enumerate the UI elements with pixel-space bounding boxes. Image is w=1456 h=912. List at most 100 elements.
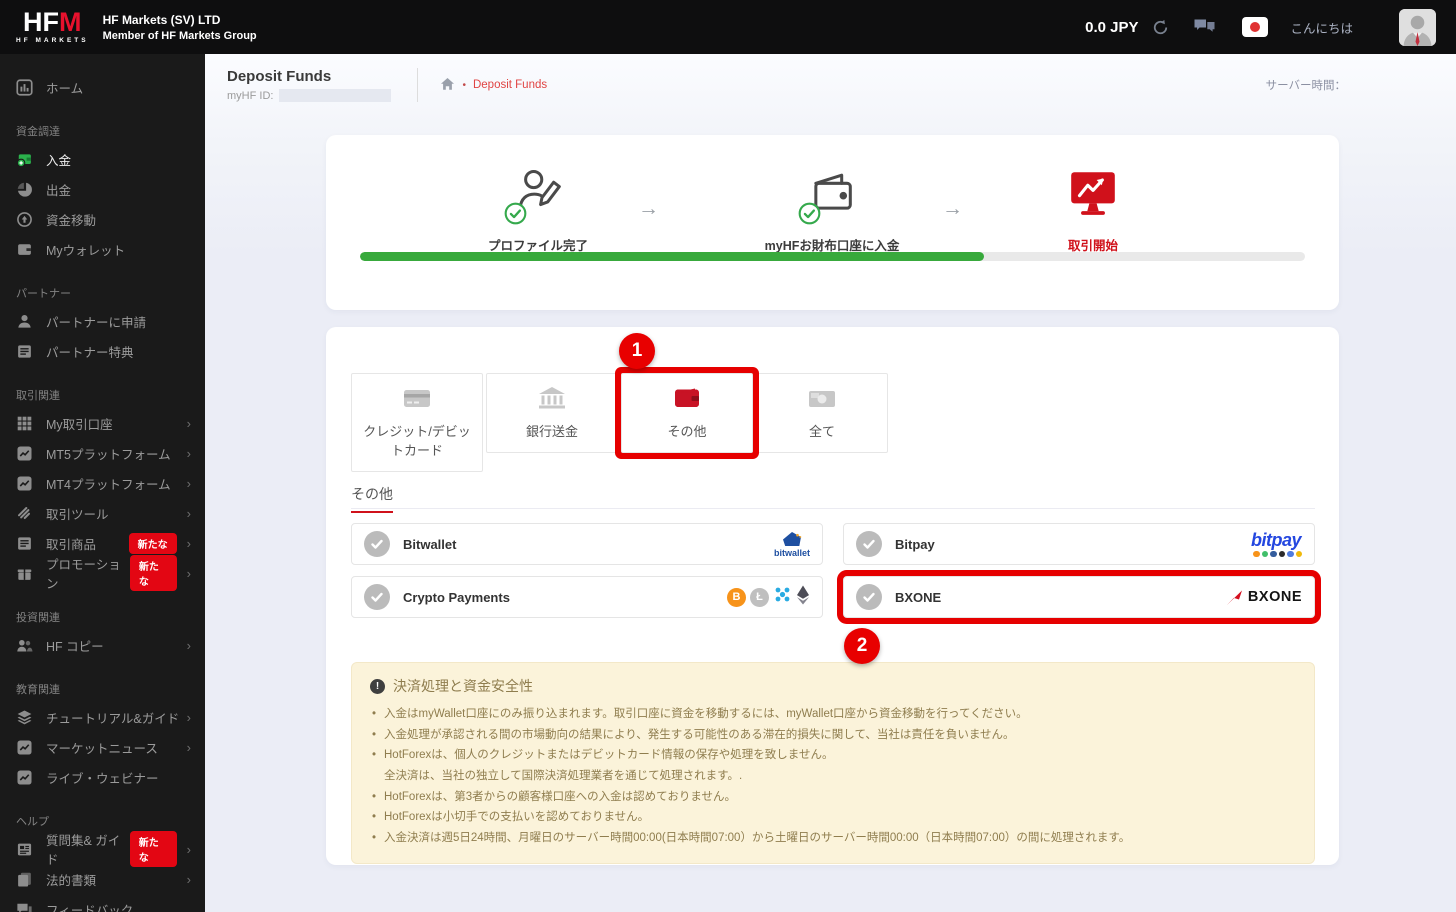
tab-bank-transfer[interactable]: 銀行送金 xyxy=(486,373,618,453)
chevron-right-icon: › xyxy=(186,535,191,551)
tab-other[interactable]: その他 xyxy=(621,373,753,453)
chevron-right-icon: › xyxy=(186,841,191,857)
step-arrow-icon: → xyxy=(638,197,659,220)
company-name: HF Markets (SV) LTD Member of HF Markets… xyxy=(102,12,257,42)
sidebar-item-home[interactable]: ホーム xyxy=(0,72,205,102)
top-header: HFM HF MARKETS HF Markets (SV) LTD Membe… xyxy=(0,0,1456,54)
sidebar-nav: ホーム 資金調達 入金 出金 資金移動 Myウォレット パートナー パートナーに… xyxy=(0,54,205,912)
chevron-right-icon: › xyxy=(186,637,191,653)
bank-icon xyxy=(538,386,566,415)
chevron-right-icon: › xyxy=(186,445,191,461)
sidebar-item-faq-guide[interactable]: 質問集& ガイド 新たな › xyxy=(0,831,205,867)
gift-icon xyxy=(16,565,33,582)
sidebar-section-education: 教育関連 xyxy=(16,684,60,696)
progress-bar xyxy=(360,252,1305,261)
annotation-badge-1: 1 xyxy=(619,333,655,369)
new-badge: 新たな xyxy=(129,831,177,867)
red-wallet-icon xyxy=(673,386,701,415)
sidebar-item-feedback[interactable]: フィードバック xyxy=(0,894,205,912)
breadcrumb: • Deposit Funds xyxy=(440,77,547,94)
tab-credit-debit-card[interactable]: クレジット/デビットカード xyxy=(351,373,483,472)
myhf-id-label: myHF ID: xyxy=(227,89,274,102)
deposit-funds-page: HFM HF MARKETS HF Markets (SV) LTD Membe… xyxy=(0,0,1456,912)
payment-card-bxone[interactable]: BXONE BXONE xyxy=(843,576,1315,618)
bitwallet-logo: bitwallet xyxy=(774,530,810,558)
breadcrumb-current[interactable]: Deposit Funds xyxy=(473,79,547,91)
chart-line-icon xyxy=(16,445,33,462)
list-box-icon xyxy=(16,535,33,552)
main-content: Deposit Funds myHF ID: • Deposit Funds サ… xyxy=(205,54,1456,912)
notice-title: ! 決済処理と資金安全性 xyxy=(370,676,1296,696)
sidebar-item-withdraw[interactable]: 出金 xyxy=(0,174,205,204)
list-box-icon xyxy=(16,343,33,360)
greeting-text: こんにちは xyxy=(1290,21,1353,36)
deposit-wallet-icon xyxy=(16,151,33,168)
sidebar-item-market-news[interactable]: マーケットニュース › xyxy=(0,732,205,762)
new-badge: 新たな xyxy=(129,555,177,591)
sidebar-item-partner-benefits[interactable]: パートナー特典 xyxy=(0,336,205,366)
chevron-right-icon: › xyxy=(186,709,191,725)
home-chart-icon xyxy=(16,79,33,96)
sidebar-item-deposit[interactable]: 入金 xyxy=(0,144,205,174)
payment-card-crypto[interactable]: Crypto Payments B Ł xyxy=(351,576,823,618)
notice-bullet: 入金はmyWallet口座にのみ振り込まれます。取引口座に資金を移動するには、m… xyxy=(370,704,1296,725)
layers-icon xyxy=(16,709,33,726)
alert-icon: ! xyxy=(370,678,385,694)
refresh-balance-icon[interactable] xyxy=(1152,19,1169,36)
bitcoin-icon: B xyxy=(727,587,746,607)
bitpay-coin-dots xyxy=(1253,550,1302,558)
notice-bullet: HotForexは、第3者からの顧客様口座への入金は認めておりません。 xyxy=(370,787,1296,808)
sidebar-item-mt4[interactable]: MT4プラットフォーム › xyxy=(0,468,205,498)
chart-line-icon xyxy=(16,475,33,492)
messages-icon[interactable] xyxy=(1193,18,1216,36)
tools-icon xyxy=(16,505,33,522)
sidebar-item-partner-apply[interactable]: パートナーに申請 xyxy=(0,306,205,336)
tab-all[interactable]: 全て xyxy=(756,373,888,453)
sidebar-item-legal-docs[interactable]: 法的書類 › xyxy=(0,864,205,894)
sidebar-item-promotions[interactable]: プロモーション 新たな › xyxy=(0,555,205,591)
step-start-trading: 取引開始 xyxy=(973,165,1213,254)
hfm-logo[interactable]: HFM HF MARKETS xyxy=(16,9,89,45)
chevron-right-icon: › xyxy=(186,415,191,431)
sidebar-item-transfer[interactable]: 資金移動 xyxy=(0,204,205,234)
chart-line-icon xyxy=(16,769,33,786)
ethereum-icon xyxy=(796,585,810,610)
chart-line-icon xyxy=(16,739,33,756)
payment-category-tabs: クレジット/デビットカード 銀行送金 その他 全て xyxy=(351,373,888,472)
sidebar-item-hf-copy[interactable]: HF コピー › xyxy=(0,630,205,660)
sidebar-item-live-webinar[interactable]: ライブ・ウェビナー xyxy=(0,762,205,792)
japan-flag-icon[interactable] xyxy=(1242,17,1269,37)
transfer-icon xyxy=(16,211,33,228)
credit-card-icon xyxy=(403,386,431,415)
check-circle-icon xyxy=(856,584,882,610)
sidebar-item-tutorials[interactable]: チュートリアル&ガイド › xyxy=(0,702,205,732)
bxone-logo: BXONE xyxy=(1226,589,1302,606)
chevron-right-icon: › xyxy=(186,505,191,521)
crypto-coin-icons: B Ł xyxy=(727,585,810,610)
page-title: Deposit Funds xyxy=(227,68,332,85)
sidebar-item-mt5[interactable]: MT5プラットフォーム › xyxy=(0,438,205,468)
withdraw-pie-icon xyxy=(16,181,33,198)
ripple-icon xyxy=(773,585,792,609)
check-circle-icon xyxy=(364,584,390,610)
chevron-right-icon: › xyxy=(186,871,191,887)
sidebar-item-mywallet[interactable]: Myウォレット xyxy=(0,234,205,264)
notice-bullet-continuation: 全決済は、当社の独立して国際決済処理業者を通じて処理されます。. xyxy=(384,770,743,783)
check-circle-icon xyxy=(364,531,390,557)
user-avatar[interactable] xyxy=(1399,8,1436,46)
server-time-label: サーバー時間： xyxy=(1265,80,1346,92)
notice-bullet: 入金処理が承認される間の市場動向の結果により、発生する可能性のある滞在的損失に関… xyxy=(370,725,1296,746)
payment-card-bitpay[interactable]: Bitpay bitpay xyxy=(843,523,1315,565)
payment-card-bitwallet[interactable]: Bitwallet bitwallet xyxy=(351,523,823,565)
sidebar-item-trading-accounts[interactable]: My取引口座 › xyxy=(0,408,205,438)
sidebar-section-funding: 資金調達 xyxy=(16,126,60,138)
home-icon[interactable] xyxy=(440,77,455,94)
new-badge: 新たな xyxy=(128,532,177,554)
bitpay-logo: bitpay xyxy=(1251,531,1302,558)
step-complete-check-icon xyxy=(798,202,821,230)
sidebar-item-trading-tools[interactable]: 取引ツール › xyxy=(0,498,205,528)
notice-bullet-list: 入金はmyWallet口座にのみ振り込まれます。取引口座に資金を移動するには、m… xyxy=(370,704,1296,849)
step-arrow-icon: → xyxy=(942,197,963,220)
monitor-chart-icon xyxy=(1066,165,1120,226)
sidebar-section-investment: 投資関連 xyxy=(16,612,60,624)
